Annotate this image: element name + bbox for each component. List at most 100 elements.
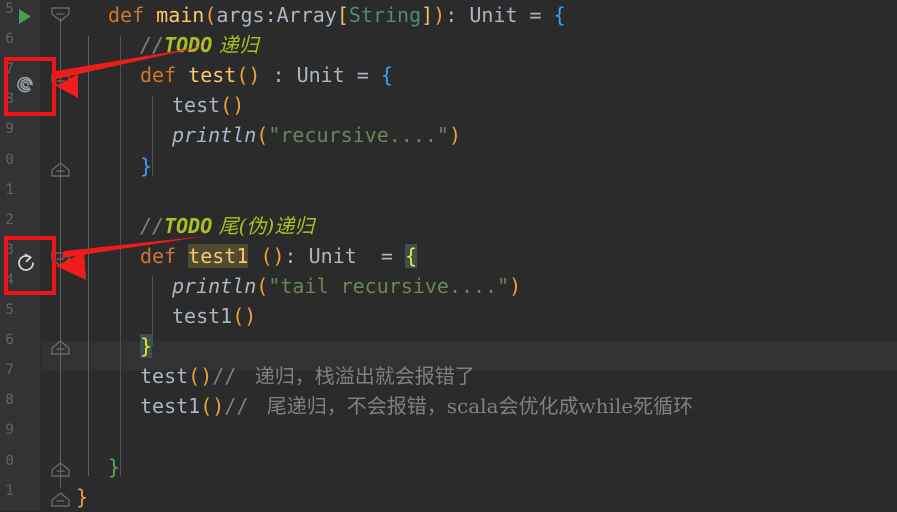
code-token: } bbox=[108, 454, 121, 479]
code-line[interactable]: //TODO 尾(伪)递归 bbox=[76, 211, 897, 241]
code-editor[interactable]: 56789012345678901 def main(args:Array[St… bbox=[0, 0, 897, 511]
code-token: ( bbox=[188, 364, 201, 389]
line-number: 7 bbox=[5, 362, 14, 379]
code-token: Unit bbox=[308, 243, 357, 268]
line-number: 5 bbox=[5, 302, 14, 318]
line-number: 9 bbox=[5, 121, 14, 138]
code-token: ) bbox=[212, 394, 225, 419]
code-text-area[interactable]: def main(args:Array[String]): Unit = {//… bbox=[76, 0, 897, 511]
code-token: String bbox=[348, 3, 422, 27]
code-token: ( bbox=[256, 123, 269, 148]
code-line[interactable] bbox=[76, 181, 897, 211]
code-token: { bbox=[404, 243, 418, 268]
code-token: ) bbox=[433, 3, 446, 27]
code-token: { bbox=[553, 3, 566, 27]
code-line[interactable]: //TODO 递归 bbox=[76, 30, 897, 60]
code-line[interactable]: } bbox=[76, 482, 897, 512]
code-token: } bbox=[76, 484, 89, 509]
code-line[interactable]: test1()// 尾递归，不会报错，scala会优化成while死循环 bbox=[76, 391, 897, 421]
code-token: [ bbox=[336, 3, 349, 27]
code-line[interactable] bbox=[76, 421, 897, 451]
code-token: : bbox=[260, 63, 297, 88]
code-token: ) bbox=[509, 273, 522, 298]
code-token: ) bbox=[200, 364, 213, 389]
code-line[interactable]: println("tail recursive....") bbox=[76, 271, 897, 301]
code-token: ( bbox=[232, 304, 245, 328]
code-token: "tail recursive...." bbox=[268, 273, 510, 298]
code-line[interactable]: test1() bbox=[76, 301, 897, 331]
code-token: ] bbox=[421, 3, 434, 27]
code-token: println bbox=[172, 123, 257, 148]
code-token: test bbox=[140, 364, 189, 389]
code-token: test1 bbox=[172, 304, 233, 328]
fold-collapse-icon[interactable] bbox=[50, 162, 71, 179]
code-token: ( bbox=[220, 93, 233, 118]
code-token: ( bbox=[236, 63, 249, 88]
code-token: 递归 bbox=[212, 33, 259, 58]
code-line[interactable]: } bbox=[76, 151, 897, 181]
code-line[interactable]: test() bbox=[76, 90, 897, 120]
line-number: 0 bbox=[5, 151, 14, 168]
code-token: } bbox=[140, 153, 153, 178]
code-line[interactable]: test()// 递归，栈溢出就会报错了 bbox=[76, 361, 897, 391]
fold-expand-icon[interactable] bbox=[50, 5, 71, 22]
line-number: 5 bbox=[5, 1, 14, 17]
code-token: Unit bbox=[296, 63, 345, 88]
line-number: 9 bbox=[5, 422, 14, 439]
code-token: 尾(伪)递归 bbox=[212, 213, 315, 238]
code-token: } bbox=[140, 334, 153, 359]
code-token: : bbox=[264, 3, 277, 27]
code-token: // bbox=[140, 33, 165, 58]
code-token: def bbox=[108, 3, 157, 27]
line-number: 2 bbox=[5, 211, 14, 228]
line-number: 1 bbox=[5, 181, 14, 198]
code-token: ) bbox=[248, 63, 261, 88]
code-token: ) bbox=[448, 123, 462, 148]
fold-collapse-icon[interactable] bbox=[50, 462, 71, 479]
code-token: ) bbox=[232, 93, 245, 118]
code-token: args bbox=[216, 3, 265, 27]
code-token: test1 bbox=[140, 394, 201, 419]
line-number: 0 bbox=[5, 452, 14, 469]
code-token: main bbox=[156, 3, 205, 27]
code-token: 尾递归，不会报错，scala会优化成while死循环 bbox=[260, 394, 694, 419]
code-line[interactable]: def test() : Unit = { bbox=[76, 60, 897, 90]
code-token: : bbox=[445, 3, 470, 27]
code-token: ( bbox=[204, 3, 217, 27]
line-number: 8 bbox=[5, 392, 14, 409]
line-number: 1 bbox=[5, 482, 14, 499]
code-token: : bbox=[284, 243, 309, 268]
code-line[interactable]: } bbox=[76, 452, 897, 482]
line-number: 6 bbox=[5, 31, 14, 48]
fold-collapse-icon[interactable] bbox=[50, 492, 71, 509]
code-token: = bbox=[356, 243, 405, 268]
line-number: 6 bbox=[5, 332, 14, 349]
run-triangle-icon[interactable] bbox=[16, 8, 34, 30]
code-line[interactable]: } bbox=[76, 331, 897, 361]
code-token: ( bbox=[200, 394, 213, 419]
code-token: Unit bbox=[469, 3, 518, 27]
code-token: { bbox=[380, 63, 393, 88]
code-token: ) bbox=[244, 304, 257, 328]
code-token: ( bbox=[256, 273, 269, 298]
code-token: // bbox=[140, 213, 165, 238]
code-token: // bbox=[212, 364, 249, 389]
code-token: test1 bbox=[188, 243, 249, 268]
code-token: Array bbox=[276, 3, 337, 27]
code-line[interactable]: println("recursive....") bbox=[76, 120, 897, 150]
code-token: = bbox=[517, 3, 554, 27]
code-token: ( bbox=[260, 243, 273, 268]
code-token: def bbox=[140, 243, 189, 268]
highlight-box-tail-recursion bbox=[4, 236, 56, 295]
code-token: 递归，栈溢出就会报错了 bbox=[248, 364, 475, 389]
code-token: TODO bbox=[164, 33, 213, 58]
code-line[interactable]: def test1 (): Unit = { bbox=[76, 241, 897, 271]
code-line[interactable]: def main(args:Array[String]): Unit = { bbox=[76, 0, 897, 30]
code-token: println bbox=[172, 273, 257, 298]
highlight-box-recursion bbox=[4, 57, 56, 116]
code-token: = bbox=[344, 63, 381, 88]
code-token: ) bbox=[272, 243, 285, 268]
code-token: def bbox=[140, 63, 189, 88]
fold-collapse-icon[interactable] bbox=[50, 340, 71, 357]
